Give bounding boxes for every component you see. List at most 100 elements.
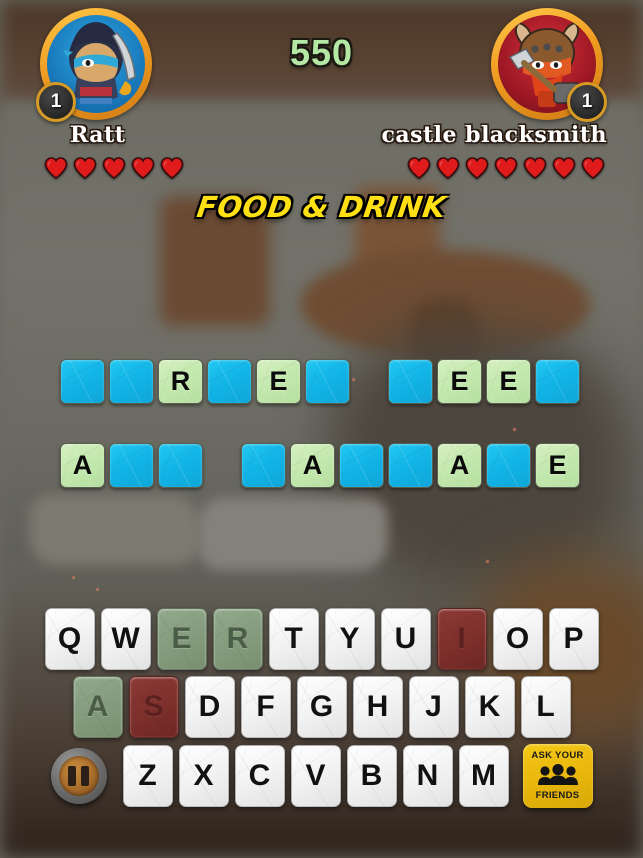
player-level-badge-right: 1 bbox=[567, 82, 607, 122]
key-label: H bbox=[366, 690, 389, 723]
key-label: J bbox=[425, 690, 442, 723]
letter-tile-label: E bbox=[499, 365, 518, 396]
letter-tile-blank bbox=[388, 442, 433, 488]
key-j[interactable]: J bbox=[408, 676, 459, 738]
key-c[interactable]: C bbox=[234, 745, 285, 807]
letter-tile-label: R bbox=[170, 365, 191, 396]
ask-your-friends-button[interactable]: ASK YOUR FRIENDS bbox=[522, 744, 593, 808]
heart-icon bbox=[494, 157, 518, 179]
puzzle-word: AAE bbox=[241, 442, 580, 488]
letter-tile-blank bbox=[388, 358, 433, 404]
player-avatar-right[interactable]: 1 bbox=[491, 8, 607, 122]
letter-tile-label: A bbox=[72, 449, 93, 480]
key-label: V bbox=[305, 759, 326, 792]
letter-tile-revealed: R bbox=[158, 358, 203, 404]
key-label: T bbox=[284, 622, 303, 655]
key-h[interactable]: H bbox=[352, 676, 403, 738]
key-r: R bbox=[212, 608, 263, 670]
letter-tile-label: A bbox=[449, 449, 470, 480]
letter-tile-revealed: A bbox=[437, 442, 482, 488]
key-f[interactable]: F bbox=[240, 676, 291, 738]
letter-tile-revealed: A bbox=[290, 442, 335, 488]
key-x[interactable]: X bbox=[178, 745, 229, 807]
letter-tile-revealed: E bbox=[256, 358, 301, 404]
heart-icon bbox=[73, 157, 97, 179]
key-g[interactable]: G bbox=[296, 676, 347, 738]
puzzle-row: REEE bbox=[0, 358, 643, 404]
key-label: L bbox=[536, 690, 555, 723]
letter-keyboard: Q W E R T Y U I O P A S D F G H J K L Z X C V B N M ASK YOUR FRIEND… bbox=[0, 608, 643, 814]
key-s: S bbox=[128, 676, 179, 738]
key-v[interactable]: V bbox=[290, 745, 341, 807]
key-q[interactable]: Q bbox=[44, 608, 95, 670]
three-people-icon bbox=[535, 763, 581, 789]
key-label: W bbox=[111, 622, 140, 655]
key-n[interactable]: N bbox=[402, 745, 453, 807]
keyboard-row: Z X C V B N M ASK YOUR FRIENDS bbox=[0, 744, 643, 808]
category-title: FOOD & DRINK bbox=[194, 190, 449, 224]
letter-tile-revealed: E bbox=[437, 358, 482, 404]
key-l[interactable]: L bbox=[520, 676, 571, 738]
key-a: A bbox=[72, 676, 123, 738]
key-w[interactable]: W bbox=[100, 608, 151, 670]
key-label: E bbox=[171, 622, 192, 655]
letter-tile-blank bbox=[305, 358, 350, 404]
key-label: U bbox=[394, 622, 417, 655]
key-label: F bbox=[256, 690, 275, 723]
puzzle-word: A bbox=[60, 442, 203, 488]
letter-tile-label: E bbox=[450, 365, 469, 396]
key-d[interactable]: D bbox=[184, 676, 235, 738]
match-header: 1 550 1 Ratt castle blacksmith FOOD & DR… bbox=[0, 0, 643, 224]
pause-icon bbox=[58, 756, 99, 796]
letter-tile-blank bbox=[109, 442, 154, 488]
letter-tile-revealed: E bbox=[486, 358, 531, 404]
key-label: N bbox=[416, 759, 439, 792]
key-label: C bbox=[248, 759, 271, 792]
key-label: A bbox=[86, 690, 109, 723]
letter-tile-revealed: A bbox=[60, 442, 105, 488]
key-t[interactable]: T bbox=[268, 608, 319, 670]
key-b[interactable]: B bbox=[346, 745, 397, 807]
key-y[interactable]: Y bbox=[324, 608, 375, 670]
letter-tile-blank bbox=[241, 442, 286, 488]
key-label: Z bbox=[138, 759, 157, 792]
heart-icon bbox=[160, 157, 184, 179]
key-label: I bbox=[457, 622, 466, 655]
key-label: Q bbox=[57, 622, 82, 655]
player-level-badge-left: 1 bbox=[36, 82, 76, 122]
heart-icon bbox=[581, 157, 605, 179]
letter-tile-revealed: E bbox=[535, 442, 580, 488]
letter-tile-blank bbox=[535, 358, 580, 404]
key-label: P bbox=[563, 622, 584, 655]
key-z[interactable]: Z bbox=[122, 745, 173, 807]
letter-tile-blank bbox=[158, 442, 203, 488]
letter-tile-label: E bbox=[548, 449, 567, 480]
pause-button[interactable] bbox=[50, 748, 107, 804]
heart-icon bbox=[44, 157, 68, 179]
key-m[interactable]: M bbox=[458, 745, 509, 807]
player-hearts-right bbox=[407, 157, 605, 179]
key-label: R bbox=[226, 622, 249, 655]
heart-icon bbox=[465, 157, 489, 179]
heart-icon bbox=[407, 157, 431, 179]
key-label: K bbox=[478, 690, 501, 723]
key-u[interactable]: U bbox=[380, 608, 431, 670]
puzzle-word: EE bbox=[388, 358, 580, 404]
heart-icon bbox=[523, 157, 547, 179]
key-i: I bbox=[436, 608, 487, 670]
key-k[interactable]: K bbox=[464, 676, 515, 738]
player-name-right: castle blacksmith bbox=[381, 122, 607, 148]
ask-button-line1: ASK YOUR bbox=[531, 750, 584, 762]
key-o[interactable]: O bbox=[492, 608, 543, 670]
keyboard-row: A S D F GH J K L bbox=[0, 676, 643, 738]
letter-tile-blank bbox=[207, 358, 252, 404]
player-hearts-left bbox=[44, 157, 184, 179]
puzzle-row: AAAE bbox=[0, 442, 643, 488]
puzzle-word: RE bbox=[60, 358, 350, 404]
key-label: B bbox=[360, 759, 383, 792]
key-label: G bbox=[309, 690, 334, 723]
letter-tile-label: A bbox=[302, 449, 323, 480]
key-label: O bbox=[505, 622, 530, 655]
key-p[interactable]: P bbox=[548, 608, 599, 670]
letter-tile-blank bbox=[109, 358, 154, 404]
